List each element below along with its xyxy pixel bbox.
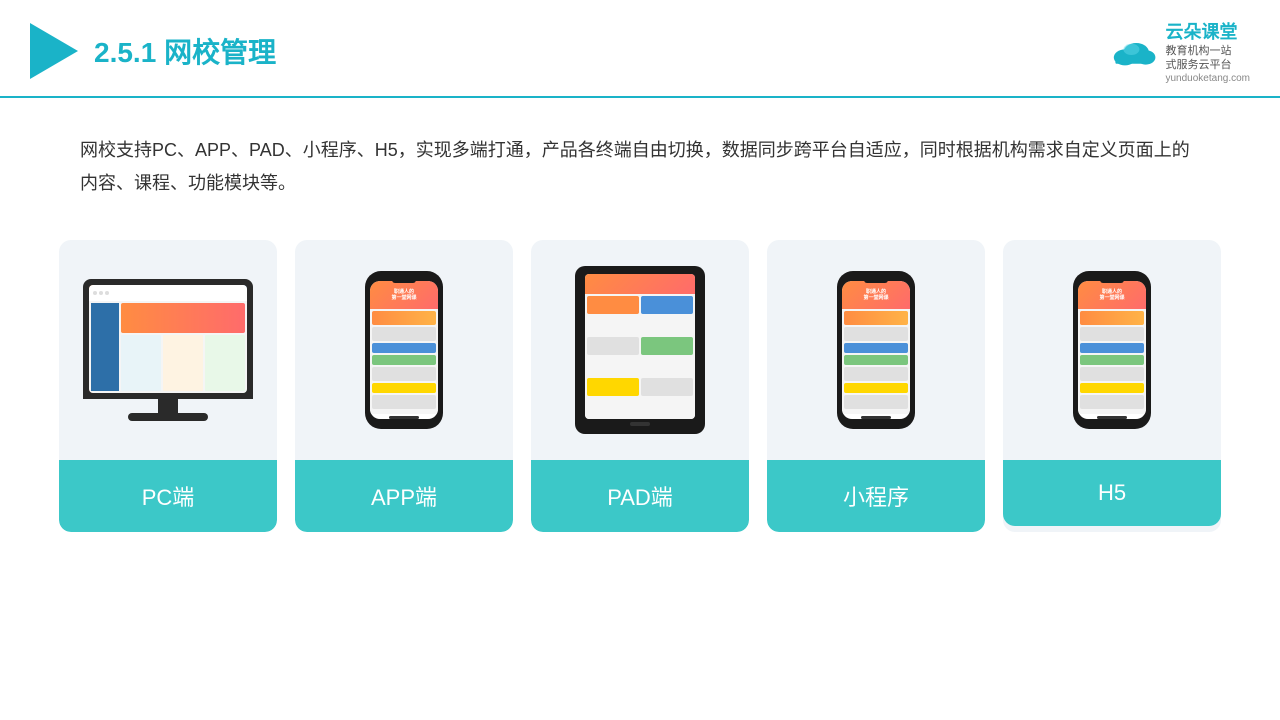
card-label-pc: PC端 bbox=[59, 460, 277, 532]
card-h5: 职通人的第一堂网课 H5 bbox=[1003, 240, 1221, 532]
card-image-app: 职通人的第一堂网课 bbox=[295, 240, 513, 460]
brand-logo: 云朵课堂 教育机构一站 式服务云平台 yunduoketang.com bbox=[1109, 18, 1250, 84]
card-label-miniprogram: 小程序 bbox=[767, 460, 985, 532]
phone-app-icon: 职通人的第一堂网课 bbox=[365, 271, 443, 429]
brand-text: 云朵课堂 教育机构一站 式服务云平台 yunduoketang.com bbox=[1165, 18, 1250, 84]
card-miniprogram: 职通人的第一堂网课 小程序 bbox=[767, 240, 985, 532]
card-pc: PC端 bbox=[59, 240, 277, 532]
logo-triangle-icon bbox=[30, 23, 78, 79]
cloud-icon bbox=[1109, 35, 1157, 67]
header-left: 2.5.1 网校管理 bbox=[30, 23, 276, 79]
cards-section: PC端 职通人的第一堂网课 bbox=[0, 220, 1280, 532]
card-image-miniprogram: 职通人的第一堂网课 bbox=[767, 240, 985, 460]
card-image-h5: 职通人的第一堂网课 bbox=[1003, 240, 1221, 460]
card-image-pc bbox=[59, 240, 277, 460]
brand-area: 云朵课堂 教育机构一站 式服务云平台 yunduoketang.com bbox=[1109, 18, 1250, 84]
header: 2.5.1 网校管理 云朵课堂 教育机构一站 式服务云平台 yunduoketa… bbox=[0, 0, 1280, 98]
card-label-pad: PAD端 bbox=[531, 460, 749, 532]
card-app: 职通人的第一堂网课 APP端 bbox=[295, 240, 513, 532]
phone-h5-icon: 职通人的第一堂网课 bbox=[1073, 271, 1151, 429]
card-label-h5: H5 bbox=[1003, 460, 1221, 526]
card-image-pad bbox=[531, 240, 749, 460]
description-text: 网校支持PC、APP、PAD、小程序、H5，实现多端打通，产品各终端自由切换，数… bbox=[0, 98, 1280, 221]
card-pad: PAD端 bbox=[531, 240, 749, 532]
card-label-app: APP端 bbox=[295, 460, 513, 532]
tablet-pad-icon bbox=[575, 266, 705, 434]
pc-monitor-icon bbox=[83, 279, 253, 421]
phone-miniprogram-icon: 职通人的第一堂网课 bbox=[837, 271, 915, 429]
page-title: 2.5.1 网校管理 bbox=[94, 31, 276, 71]
